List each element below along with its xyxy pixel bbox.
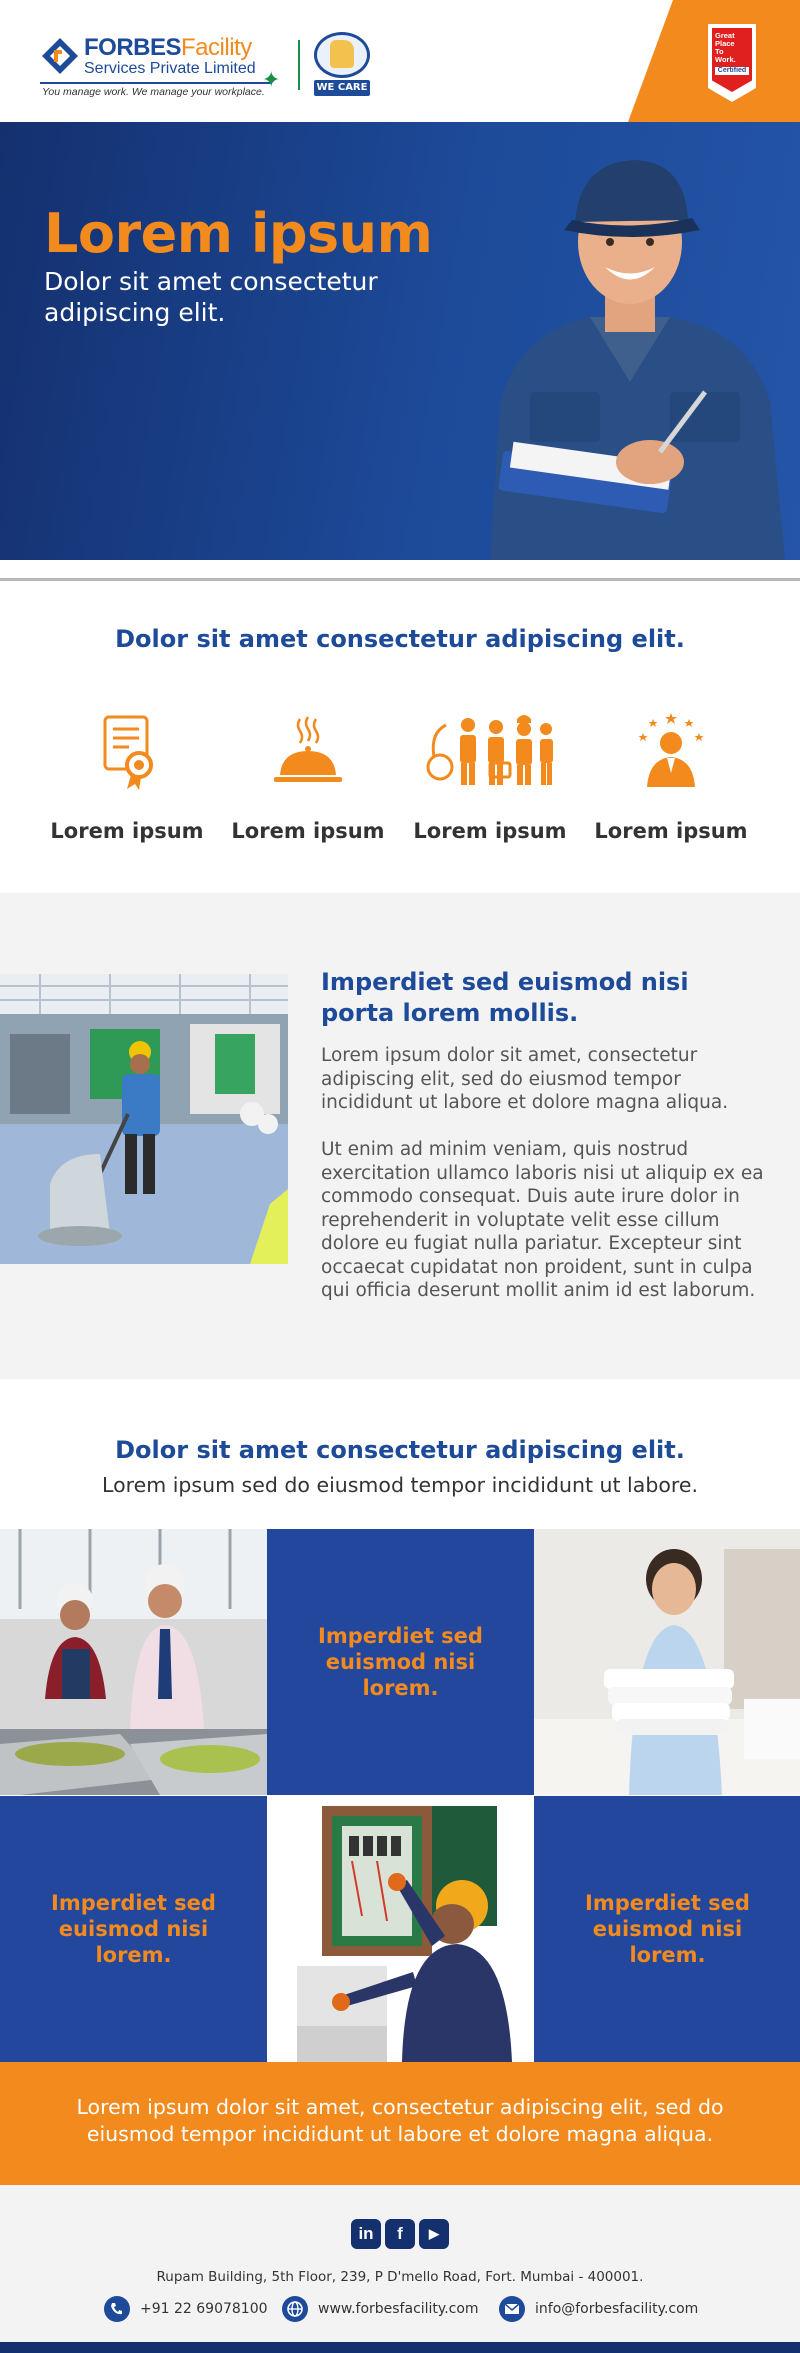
callout-band: Lorem ipsum dolor sit amet, consectetur … — [0, 2062, 800, 2185]
gptw-certified: Certified — [715, 67, 749, 75]
certificate-icon — [103, 715, 153, 790]
website-link[interactable]: www.forbesfacility.com — [318, 2301, 479, 2317]
company-logo[interactable]: FORBESFacility Services Private Limited … — [40, 30, 280, 100]
hero-worker-image — [490, 160, 785, 560]
footer: in f ▶ Rupam Building, 5th Floor, 239, P… — [0, 2185, 800, 2342]
globe-icon — [282, 2296, 308, 2322]
service-tile: Imperdiet sed euismod nisi lorem. — [267, 1529, 534, 1795]
employee-star-icon — [638, 713, 704, 787]
logo-subtitle: Services Private Limited — [84, 60, 256, 77]
phone-contact[interactable]: +91 22 69078100 — [104, 2295, 268, 2323]
feature-item: Lorem ipsum — [218, 711, 398, 861]
youtube-icon[interactable]: ▶ — [419, 2219, 449, 2249]
phone-number[interactable]: +91 22 69078100 — [140, 2301, 268, 2317]
we-care-badge: WE CARE — [310, 32, 374, 96]
header: FORBESFacility Services Private Limited … — [0, 0, 800, 122]
workforce-icon — [426, 715, 553, 785]
services-section: Dolor sit amet consectetur adipiscing el… — [0, 1379, 800, 1529]
star-icon: ✦ — [262, 68, 281, 93]
features-section: Dolor sit amet consectetur adipiscing el… — [0, 581, 800, 893]
feature-label: Lorem ipsum — [594, 819, 748, 843]
feature-item: Lorem ipsum — [37, 711, 217, 861]
feature-label: Lorem ipsum — [413, 819, 567, 843]
email-link[interactable]: info@forbesfacility.com — [535, 2301, 698, 2317]
newsletter-page: FORBESFacility Services Private Limited … — [0, 0, 800, 2353]
service-tile-text: Imperdiet sed euismod nisi lorem. — [318, 1624, 483, 1700]
linkedin-icon[interactable]: in — [351, 2219, 381, 2249]
envelope-icon — [499, 2296, 525, 2322]
feature-item: Lorem ipsum — [400, 711, 580, 861]
footer-bottom-bar — [0, 2342, 800, 2353]
facebook-icon[interactable]: f — [385, 2219, 415, 2249]
about-paragraph-2: Ut enim ad minim veniam, quis nostrud ex… — [321, 1139, 764, 1301]
logo-underline — [40, 82, 272, 84]
forbes-logo-mark-icon — [42, 38, 78, 74]
gptw-line-4: Work. — [715, 55, 736, 64]
service-tile: Imperdiet sed euismod nisi lorem. — [534, 1796, 800, 2062]
email-contact[interactable]: info@forbesfacility.com — [499, 2295, 698, 2323]
about-paragraph-1: Lorem ipsum dolor sit amet, consectetur … — [321, 1045, 729, 1113]
logo-brand: FORBESFacility — [84, 34, 252, 62]
housekeeping-photo — [534, 1529, 800, 1795]
about-heading: Imperdiet sed euismod nisi porta lorem m… — [321, 968, 689, 1027]
logo-tagline: You manage work. We manage your workplac… — [42, 86, 265, 98]
services-subtitle: Lorem ipsum sed do eiusmod tempor incidi… — [102, 1473, 698, 1497]
header-divider — [298, 40, 300, 90]
thumbs-up-icon — [330, 40, 354, 68]
food-cloche-icon — [274, 716, 342, 782]
feature-label: Lorem ipsum — [50, 819, 204, 843]
gptw-badge-inner: Great Place To Work. Certified — [712, 28, 752, 92]
hero-title: Lorem ipsum — [44, 202, 433, 265]
kitchen-staff-photo — [0, 1529, 267, 1795]
service-tile: Imperdiet sed euismod nisi lorem. — [0, 1796, 267, 2062]
about-section: Imperdiet sed euismod nisi porta lorem m… — [0, 893, 800, 1379]
service-tile-text: Imperdiet sed euismod nisi lorem. — [51, 1891, 216, 1967]
company-address: Rupam Building, 5th Floor, 239, P D'mell… — [156, 2269, 644, 2285]
floor-cleaning-photo — [0, 974, 288, 1264]
features-title: Dolor sit amet consectetur adipiscing el… — [115, 625, 685, 653]
feature-label: Lorem ipsum — [231, 819, 385, 843]
we-care-label: WE CARE — [314, 80, 370, 96]
logo-brand-suffix: Facility — [181, 34, 252, 61]
great-place-to-work-badge: Great Place To Work. Certified — [708, 24, 756, 102]
hero-subtitle: Dolor sit amet consectetur adipiscing el… — [44, 267, 378, 327]
logo-brand-text: FORBES — [84, 34, 182, 61]
feature-item: Lorem ipsum — [581, 711, 761, 861]
phone-icon — [104, 2296, 130, 2322]
services-grid: Imperdiet sed euismod nisi lorem. Imperd… — [0, 1529, 800, 2062]
service-tile-text: Imperdiet sed euismod nisi lorem. — [585, 1891, 750, 1967]
website-contact[interactable]: www.forbesfacility.com — [282, 2295, 479, 2323]
services-title: Dolor sit amet consectetur adipiscing el… — [115, 1436, 685, 1464]
electrician-photo — [267, 1796, 534, 2062]
hero-banner: Lorem ipsum Dolor sit amet consectetur a… — [0, 122, 800, 560]
callout-text: Lorem ipsum dolor sit amet, consectetur … — [76, 2095, 724, 2146]
